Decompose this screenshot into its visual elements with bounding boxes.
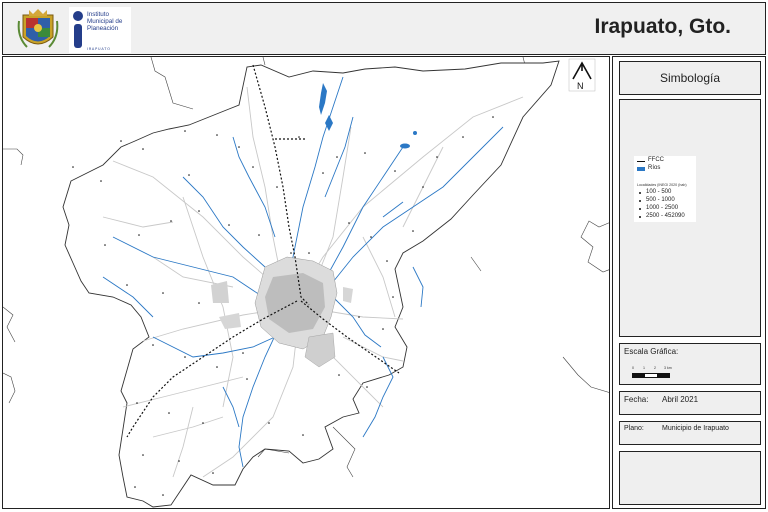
river-swatch [637,167,645,171]
municipality-map[interactable]: N [3,57,610,509]
blank-box [619,451,761,505]
legend-box: FFCC Ríos Localidades (INEGI 2020 (hab) … [619,99,761,337]
map-panel[interactable]: N [2,56,610,509]
institute-i-icon [73,11,83,48]
institute-line-2: Municipal de [87,18,123,25]
range-3-label: 1000 - 2500 [646,205,679,211]
range-4-label: 2500 - 452090 [646,213,685,219]
range-1-marker [639,192,641,194]
river-label: Ríos [648,165,661,171]
irapuato-coat-of-arms-icon [17,9,59,48]
legend-title: Simbología [659,71,721,85]
institute-line-3: Planeación [87,25,119,32]
north-arrow-icon: N [568,58,596,92]
plan-label: Plano: [624,425,644,432]
range-1-label: 100 - 500 [646,189,672,195]
legend-content: FFCC Ríos Localidades (INEGI 2020 (hab) … [634,156,696,222]
scale-tick-2: 2 [654,366,656,370]
range-2-marker [639,200,641,202]
date-value: Abril 2021 [662,395,699,404]
plan-box: Plano: Municipio de Irapuato [619,421,761,445]
scale-bar [632,373,670,378]
range-2-label: 500 - 1000 [646,197,675,203]
side-panel: Simbología FFCC Ríos Localidades (INEGI … [612,56,766,509]
page-title: Irapuato, Gto. [594,15,732,38]
scale-tick-1: 1 [643,366,645,370]
railway-swatch [637,161,645,162]
plan-value: Municipio de Irapuato [662,425,729,432]
date-label: Fecha: [624,395,649,404]
range-4-marker [639,216,641,218]
legend-title-box: Simbología [619,61,761,95]
institute-logo: Instituto Municipal de Planeación IRAPUA… [69,7,131,53]
institute-line-1: Instituto [87,11,110,18]
north-label: N [577,81,584,91]
scale-tick-0: 0 [632,366,634,370]
range-3-marker [639,208,641,210]
railway-label: FFCC [648,157,664,163]
scale-box: Escala Gráfica: 0 1 2 3 km [619,343,761,385]
scale-label: Escala Gráfica: [624,347,679,356]
institute-subtitle: IRAPUATO [87,47,111,51]
scale-tick-3: 3 km [664,366,672,370]
localities-title: Localidades (INEGI 2020 (hab) [637,183,687,187]
header-bar: Instituto Municipal de Planeación IRAPUA… [2,2,766,55]
date-box: Fecha: Abril 2021 [619,391,761,415]
